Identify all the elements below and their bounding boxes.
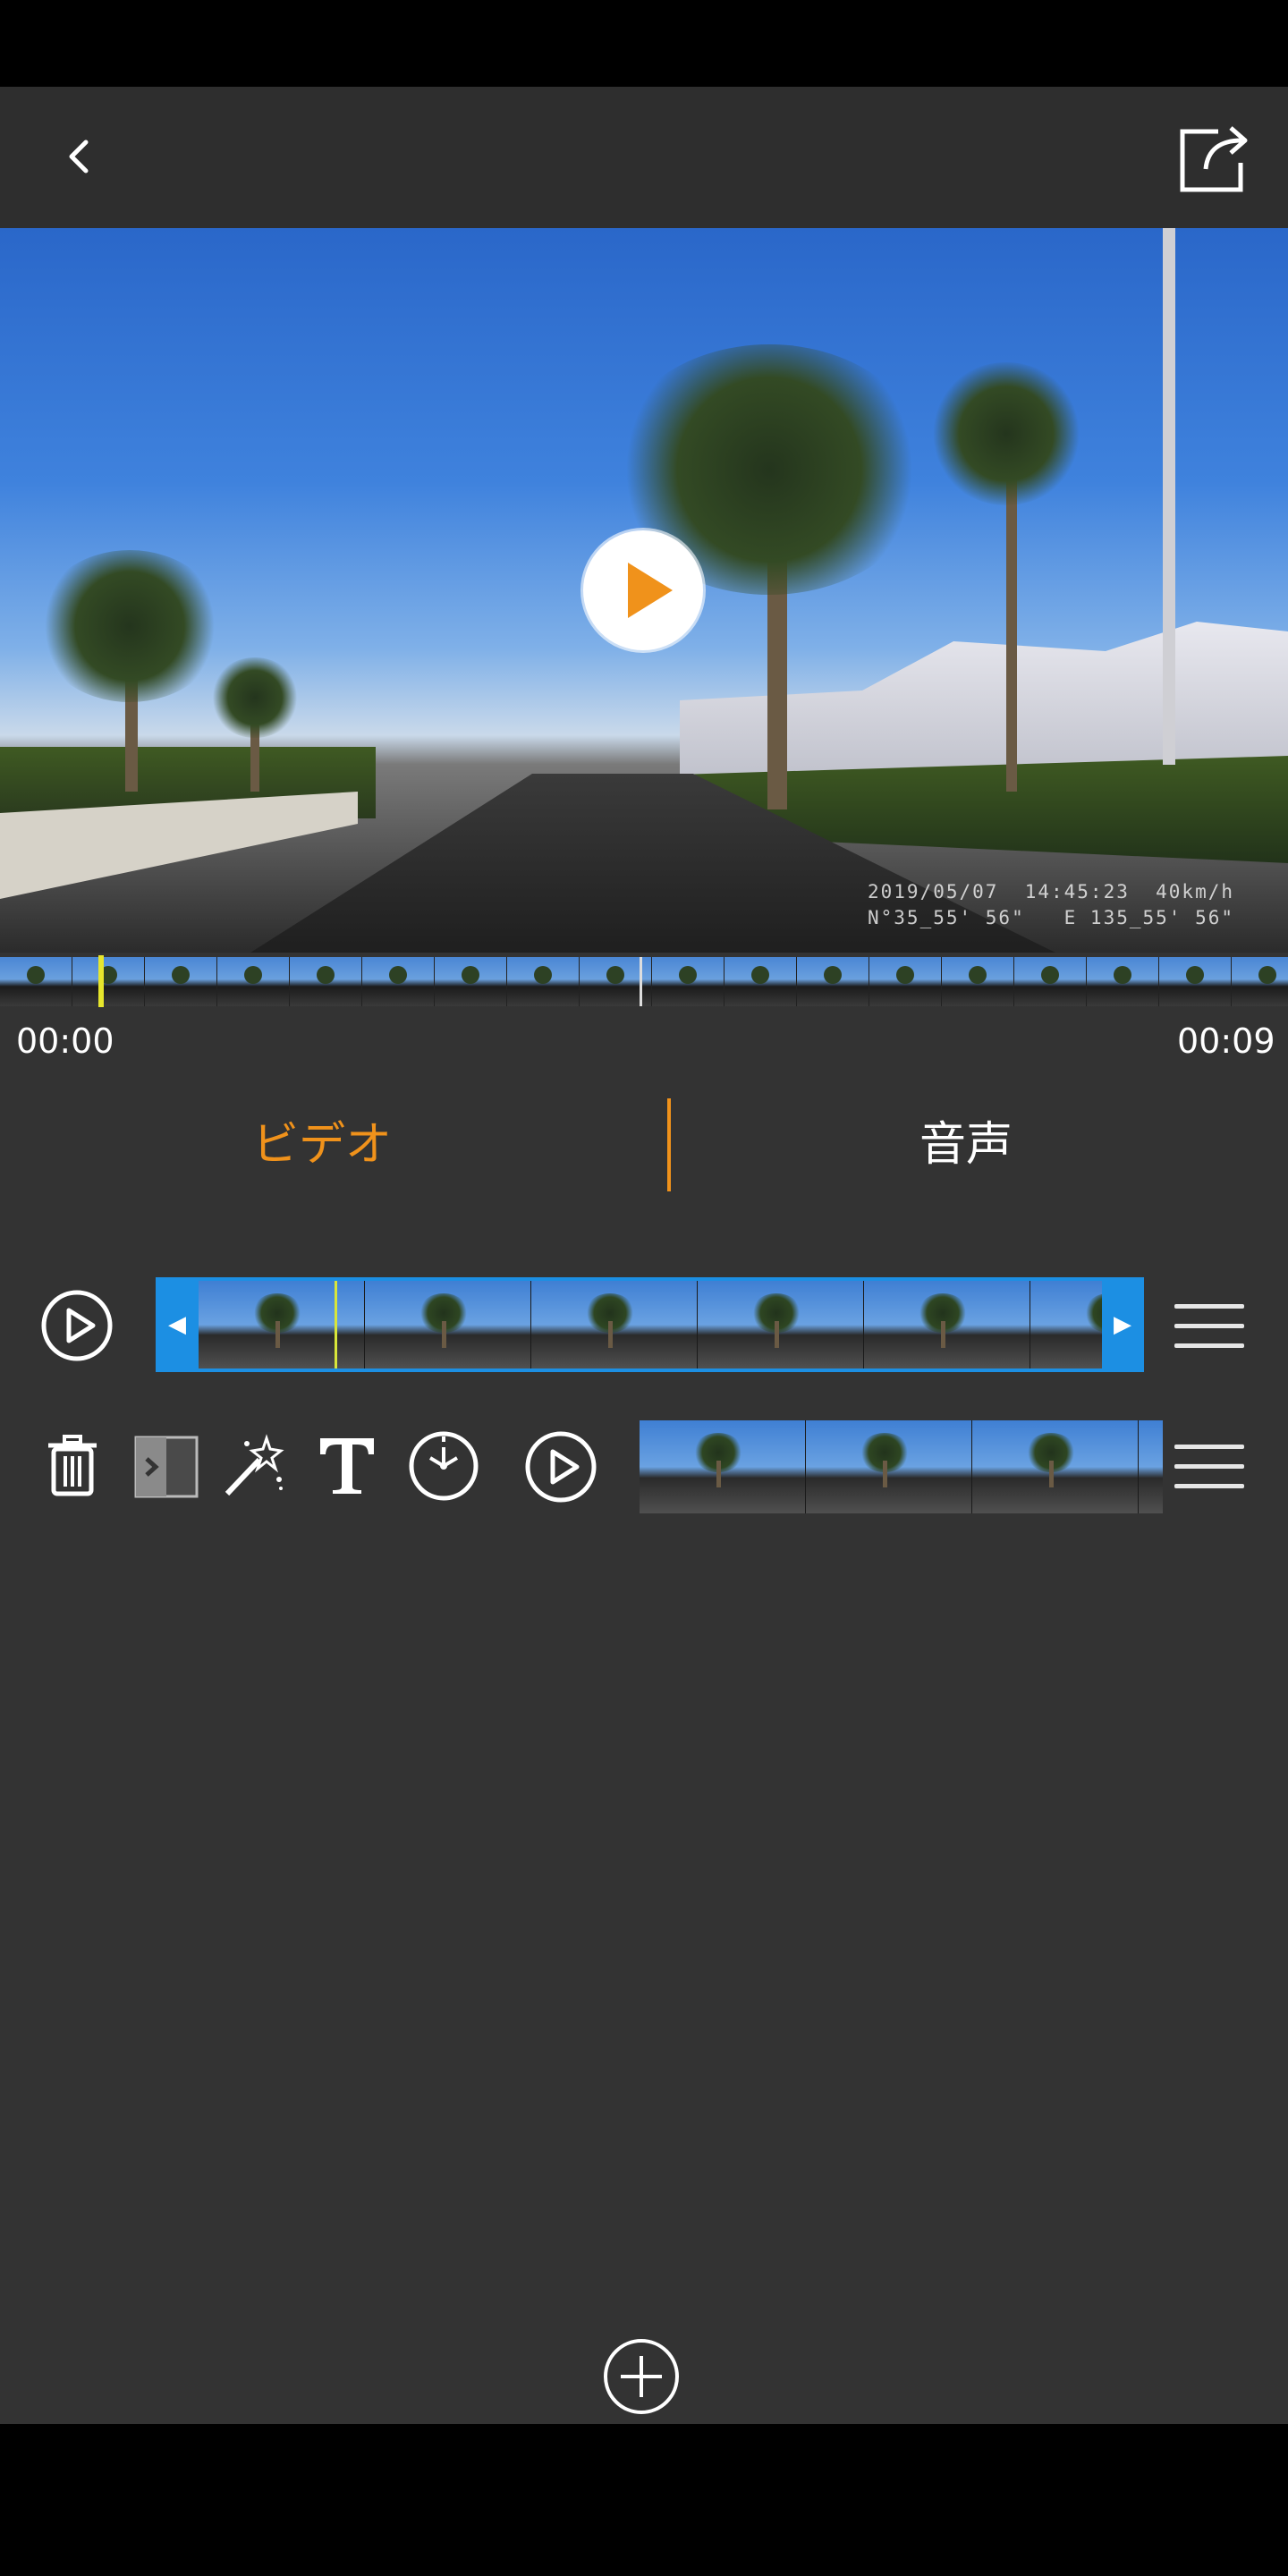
play-icon	[525, 1431, 597, 1503]
magic-wand-icon	[225, 1434, 284, 1496]
delete-button[interactable]	[45, 1435, 100, 1497]
preview-play-button[interactable]	[523, 1429, 598, 1504]
tab-audio[interactable]: 音声	[644, 1096, 1288, 1194]
chevron-left-icon	[69, 140, 89, 174]
scrubber-clip-divider	[640, 957, 642, 1006]
speed-button[interactable]	[407, 1429, 480, 1503]
hamburger-menu-icon	[1174, 1304, 1244, 1309]
add-clip-button[interactable]	[603, 2338, 680, 2415]
scrubber-playhead[interactable]	[98, 955, 104, 1007]
status-bar	[0, 0, 1288, 87]
start-time: 00:00	[16, 1021, 114, 1061]
end-time: 00:09	[1177, 1021, 1275, 1061]
top-app-bar	[0, 87, 1288, 228]
play-icon	[628, 563, 673, 618]
trash-icon	[48, 1435, 97, 1496]
video-clip[interactable]	[640, 1420, 1163, 1513]
text-button[interactable]	[315, 1433, 379, 1497]
clip-playhead	[335, 1281, 337, 1368]
hamburger-menu-icon	[1174, 1445, 1244, 1449]
clip-menu-button[interactable]	[1174, 1445, 1244, 1489]
share-button[interactable]	[1172, 114, 1257, 199]
text-icon	[320, 1438, 374, 1494]
share-export-icon	[1180, 126, 1248, 192]
back-button[interactable]	[54, 130, 107, 183]
trim-handle-left[interactable]: ◀	[156, 1277, 199, 1372]
selected-video-clip[interactable]: ◀ ▶	[156, 1277, 1144, 1372]
navigation-bar	[0, 2424, 1288, 2576]
track-play-button[interactable]	[39, 1288, 114, 1363]
transition-icon	[134, 1436, 199, 1498]
trim-handle-right[interactable]: ▶	[1101, 1277, 1144, 1372]
clip-menu-button[interactable]	[1174, 1304, 1244, 1349]
clock-icon	[409, 1431, 479, 1501]
play-button[interactable]	[583, 530, 703, 650]
tab-video[interactable]: ビデオ	[0, 1096, 644, 1194]
timeline-scrubber[interactable]	[0, 957, 1288, 1006]
plus-circle-icon	[604, 2339, 679, 2414]
play-icon	[41, 1290, 113, 1361]
effect-button[interactable]	[220, 1431, 288, 1499]
video-timestamp-overlay: 2019/05/07 14:45:23 40km/h N°35_55' 56" …	[868, 881, 1235, 928]
transition-button[interactable]	[134, 1436, 199, 1498]
